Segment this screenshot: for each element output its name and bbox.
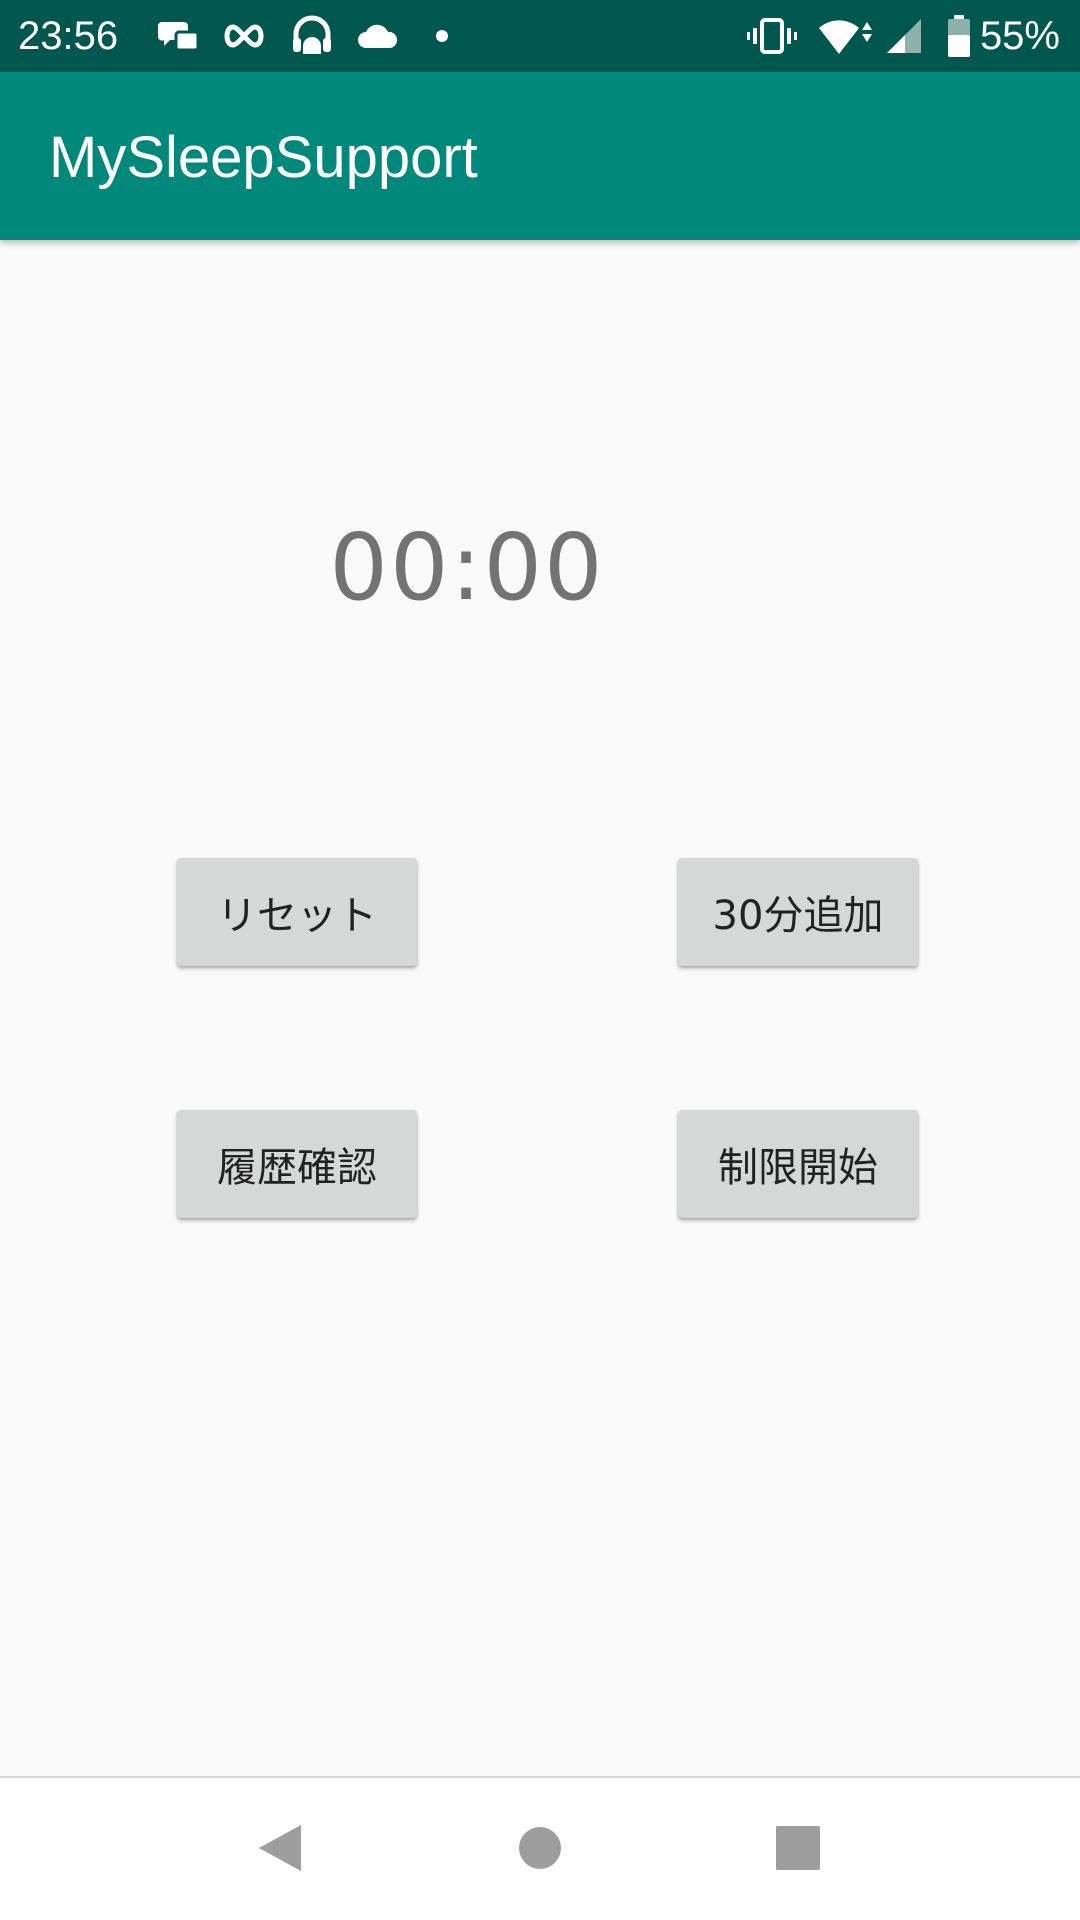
history-button[interactable]: 履歴確認 xyxy=(177,1110,417,1218)
add-30-minutes-button[interactable]: 30分追加 xyxy=(678,858,918,966)
navigation-bar xyxy=(0,1776,1080,1920)
recents-icon xyxy=(775,1825,821,1876)
back-button[interactable] xyxy=(220,1778,340,1920)
status-bar: 23:56 55% xyxy=(0,0,1080,72)
messaging-icon xyxy=(156,14,204,58)
infinity-icon xyxy=(220,14,268,58)
status-time: 23:56 xyxy=(18,14,119,58)
home-button[interactable] xyxy=(480,1778,600,1920)
battery-percent: 55% xyxy=(979,14,1060,58)
app-bar: MySleepSupport xyxy=(0,72,1080,240)
start-restriction-button[interactable]: 制限開始 xyxy=(678,1110,918,1218)
wifi-icon xyxy=(816,14,878,58)
recents-button[interactable] xyxy=(738,1778,858,1920)
back-icon xyxy=(257,1823,303,1878)
vibrate-icon xyxy=(746,14,798,58)
home-icon xyxy=(518,1826,562,1875)
signal-icon xyxy=(884,14,924,58)
screen: 23:56 55% MySleepSupport 00:00 リセット 30分追… xyxy=(0,0,1080,1920)
headphones-android-icon xyxy=(288,14,336,58)
dot-icon xyxy=(432,14,452,58)
battery-icon xyxy=(944,14,974,58)
reset-button[interactable]: リセット xyxy=(177,858,417,966)
timer-display: 00:00 xyxy=(329,514,605,621)
app-title: MySleepSupport xyxy=(49,125,478,190)
cloud-icon xyxy=(354,14,402,58)
